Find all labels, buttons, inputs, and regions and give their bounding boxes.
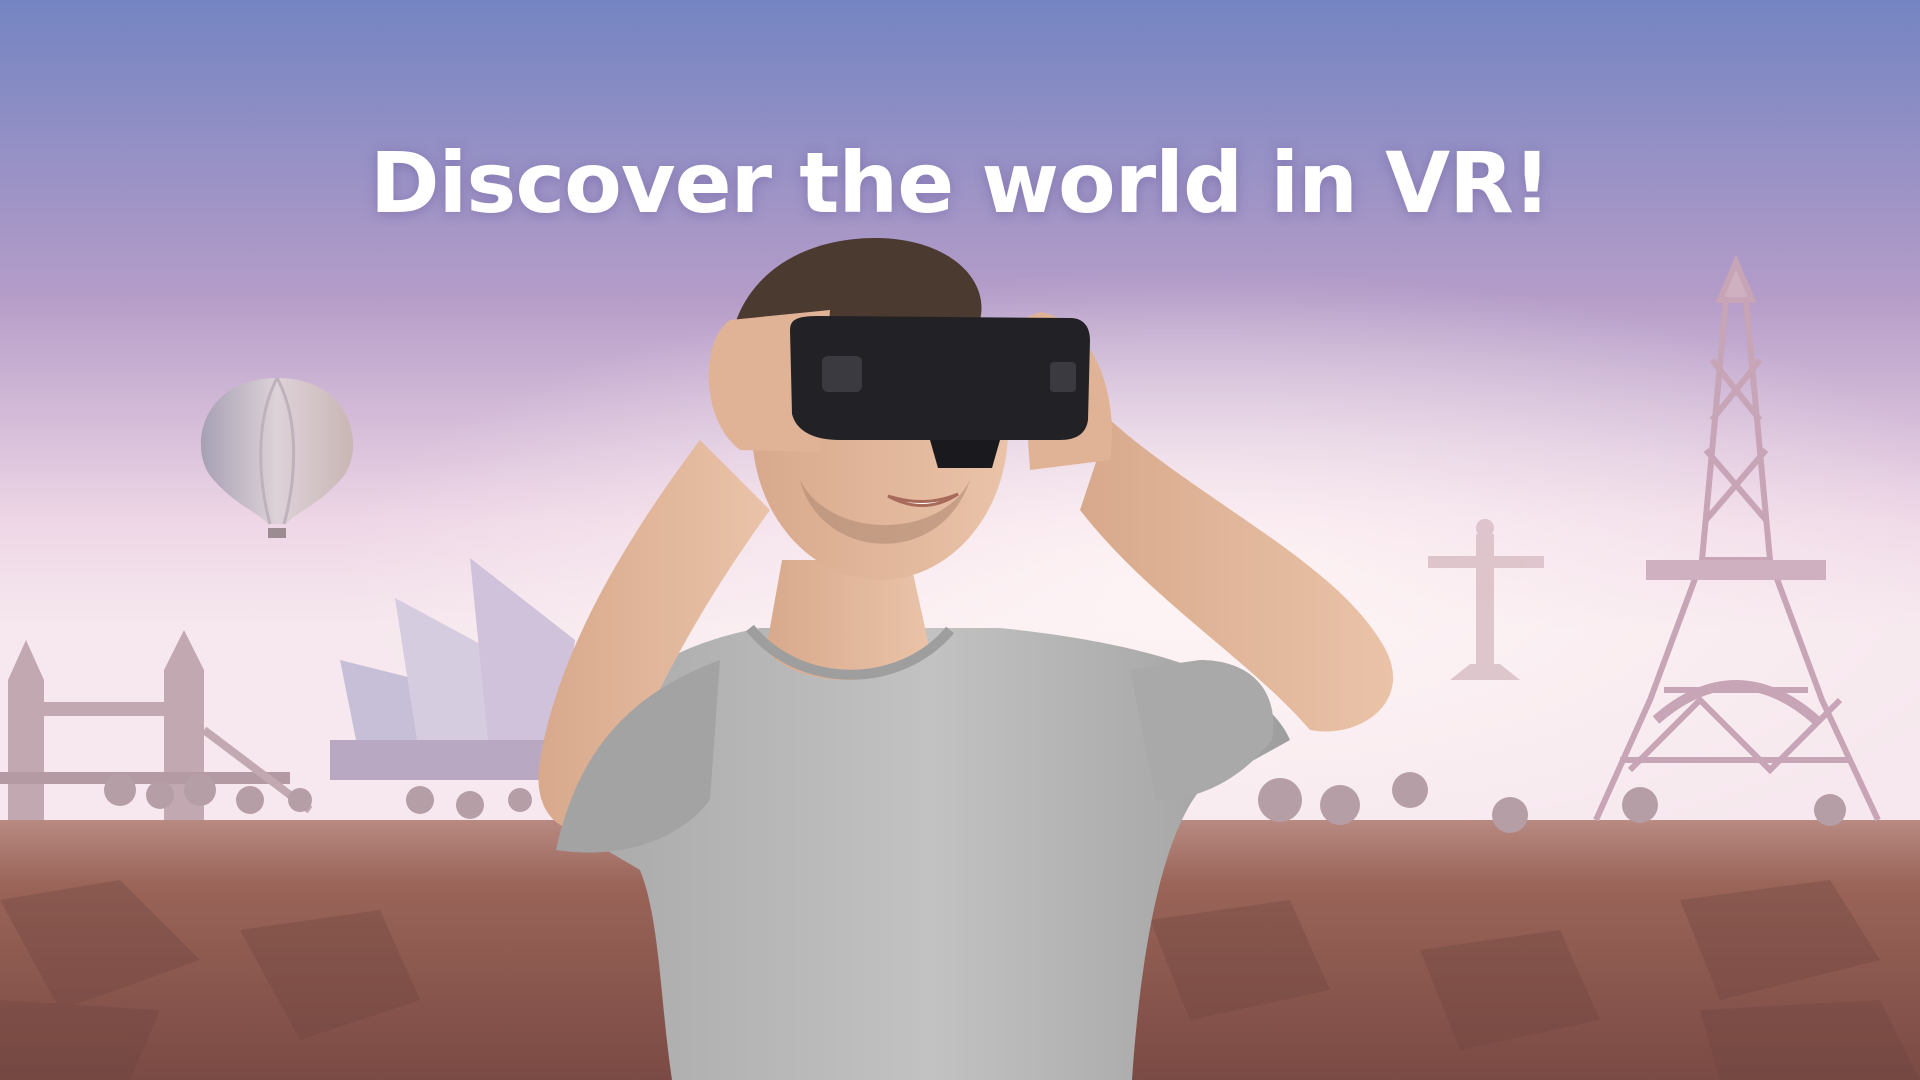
headline: Discover the world in VR! bbox=[369, 134, 1551, 233]
